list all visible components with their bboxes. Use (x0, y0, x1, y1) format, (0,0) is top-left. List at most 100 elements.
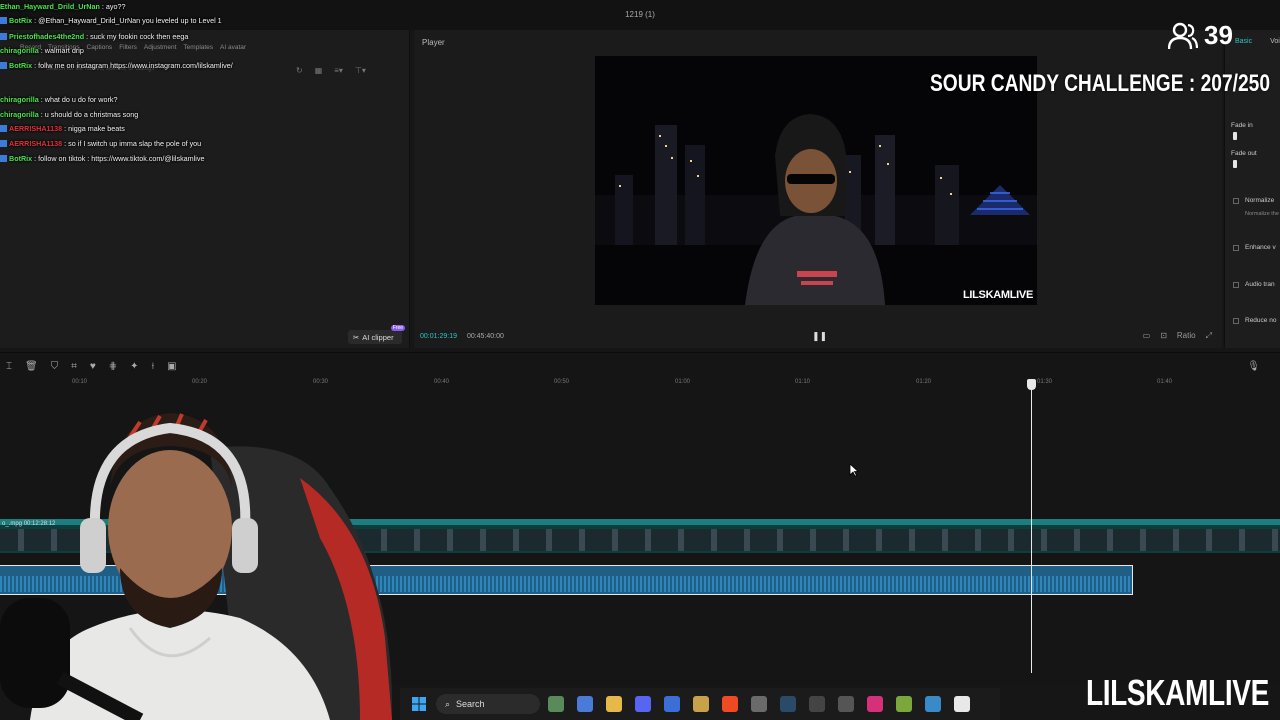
split-icon[interactable]: ⌶ (6, 361, 12, 372)
timecode: 00:01:29:19 00:45:40:00 (420, 333, 504, 340)
scissors-icon: ✂ (353, 332, 360, 342)
chat-overlay: Ethan_Hayward_Drild_UrNan : ayo?? BotRix … (0, 0, 400, 170)
project-name: 1219 (1) (625, 10, 655, 19)
playhead-handle[interactable] (1027, 379, 1036, 390)
ruler-tick: 01:00 (675, 379, 691, 385)
magic-icon[interactable]: ✦ (130, 361, 138, 372)
player-title: Player (422, 38, 445, 47)
chat-message: AERRISHA1138 : so if I switch up imma sl… (0, 140, 201, 147)
enhance-label: Enhance v (1245, 244, 1276, 251)
delete-icon[interactable]: 🗑 (25, 361, 38, 372)
ruler-tick: 01:10 (795, 379, 811, 385)
chat-message: BotRix : @Ethan_Hayward_Drild_UrNan you … (0, 17, 222, 24)
pause-button[interactable]: ❚❚ (812, 331, 827, 342)
reduce-noise-label: Reduce no (1245, 317, 1277, 324)
viewer-count: 39 (1168, 20, 1233, 51)
fade-out-slider[interactable] (1233, 160, 1237, 168)
brave-icon[interactable] (722, 696, 738, 712)
app-icon[interactable] (693, 696, 709, 712)
taskbar-apps (548, 696, 970, 712)
audio-transition-label: Audio tran (1245, 281, 1275, 288)
chat-message: Ethan_Hayward_Drild_UrNan : ayo?? (0, 3, 125, 10)
grid-icon[interactable]: ⋕ (109, 361, 117, 372)
capcut-icon[interactable] (954, 696, 970, 712)
chat-message-text: follow on tiktok : https://www.tiktok.co… (38, 154, 205, 163)
discord-icon[interactable] (635, 696, 651, 712)
fit-icon[interactable]: ▭ (1143, 331, 1151, 341)
chat-badge-icon (0, 62, 7, 69)
challenge-banner: SOUR CANDY CHALLENGE : 207/250 (930, 70, 1270, 97)
microphone-icon[interactable]: 🎙 (1247, 361, 1260, 372)
chat-username: AERRISHA1138 (9, 139, 63, 148)
fade-in-label: Fade in (1231, 122, 1253, 129)
audio-transition-checkbox[interactable] (1233, 282, 1239, 288)
ai-clipper-button[interactable]: ✂ AI clipper Free (348, 325, 405, 344)
fade-out-label: Fade out (1231, 150, 1257, 157)
zoom-icon[interactable]: ⊡ (1160, 331, 1167, 341)
chat-message-text: u should do a christmas song (44, 110, 139, 119)
playhead[interactable] (1027, 379, 1036, 673)
ruler-tick: 01:40 (1157, 379, 1173, 385)
search-icon: ⌕ (445, 698, 451, 709)
widgets-icon[interactable] (548, 696, 564, 712)
chat-badge-icon (0, 140, 7, 147)
chat-username: chiragorilla (0, 110, 39, 119)
mouse-cursor-icon (849, 463, 859, 477)
app-icon[interactable] (809, 696, 825, 712)
taskbar: ⌕ Search (400, 688, 1000, 720)
taskbar-search[interactable]: ⌕ Search (436, 694, 540, 714)
ai-clipper-label: AI clipper (362, 332, 394, 342)
shield-icon[interactable]: ⛉ (51, 361, 59, 372)
fade-in-slider[interactable] (1233, 132, 1237, 140)
chat-username: BotRix (9, 61, 33, 70)
steam-icon[interactable] (780, 696, 796, 712)
app-4k-icon[interactable] (838, 696, 854, 712)
chat-message-text: suck my fookin cock then eega (90, 32, 189, 41)
obs-icon[interactable] (751, 696, 767, 712)
chat-username: BotRix (9, 16, 33, 25)
webcam-feed (0, 378, 400, 720)
app-icon[interactable] (896, 696, 912, 712)
timeline-toolbar: ⌶ 🗑 ⛉ ⌗ ♥ ⋕ ✦ ⟊ ▣ (6, 361, 177, 372)
viewer-count-number: 39 (1204, 20, 1233, 50)
shape-icon[interactable]: ♥ (90, 361, 96, 372)
current-time: 00:01:29:19 (420, 333, 457, 340)
normalize-checkbox[interactable] (1233, 198, 1239, 204)
normalize-label: Normalize (1245, 197, 1275, 204)
freeze-icon[interactable]: ▣ (167, 361, 176, 372)
viewers-icon (1168, 22, 1198, 49)
total-time: 00:45:40:00 (466, 333, 504, 340)
chat-message-text: walmart drip (44, 46, 84, 55)
split-audio-icon[interactable]: ⟊ (152, 361, 155, 372)
tab-basic[interactable]: Basic (1235, 38, 1252, 45)
instagram-icon[interactable] (867, 696, 883, 712)
player-tools: ▭ ⊡ Ratio ⤢ (1143, 331, 1212, 341)
chat-badge-icon (0, 33, 7, 40)
ruler-tick: 00:50 (554, 379, 570, 385)
chat-message-text: so if I switch up imma slap the pole of … (68, 139, 202, 148)
ruler-tick: 01:20 (916, 379, 932, 385)
chat-username: Priestofhades4the2nd (9, 32, 85, 41)
notepad-icon[interactable] (925, 696, 941, 712)
brand-watermark: LILSKAMLIVE (1086, 672, 1269, 713)
chat-message-text: ayo?? (105, 2, 126, 11)
tab-voice[interactable]: Voi (1270, 38, 1280, 45)
ruler-tick: 01:30 (1037, 379, 1053, 385)
chat-message: BotRix : follow on tiktok : https://www.… (0, 155, 204, 162)
taskbar-search-label: Search (456, 699, 485, 709)
chat-message-text: what do u do for work? (44, 95, 118, 104)
chat-message-text: follw me on instagram https://www.instag… (38, 61, 233, 70)
normalize-description: Normalize the (1245, 211, 1279, 217)
file-explorer-icon[interactable] (606, 696, 622, 712)
fullscreen-icon[interactable]: ⤢ (1206, 331, 1212, 341)
reduce-noise-checkbox[interactable] (1233, 318, 1239, 324)
enhance-checkbox[interactable] (1233, 245, 1239, 251)
copilot-icon[interactable] (577, 696, 593, 712)
ruler-tick: 00:40 (434, 379, 450, 385)
free-badge: Free (390, 325, 405, 331)
chat-username: AERRISHA1138 (9, 124, 63, 133)
store-icon[interactable] (664, 696, 680, 712)
ratio-button[interactable]: Ratio (1177, 331, 1196, 341)
windows-start-icon[interactable] (412, 697, 426, 711)
crop-icon[interactable]: ⌗ (71, 361, 77, 372)
